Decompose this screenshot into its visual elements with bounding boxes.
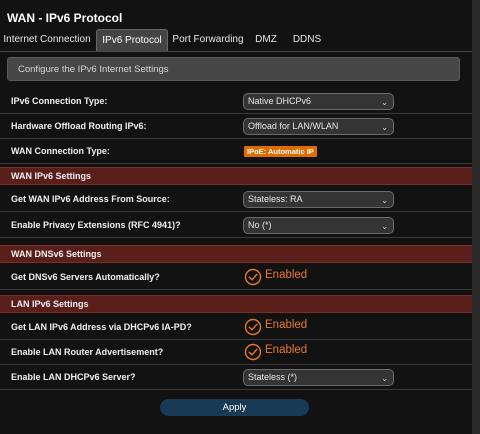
wan-connection-type-label: WAN Connection Type:	[11, 146, 110, 156]
chevron-down-icon: ⌄	[381, 98, 388, 107]
ipv6-connection-type-value: Native DHCPv6	[248, 96, 312, 106]
row-lan-ia-pd: Get LAN IPv6 Address via DHCPv6 IA-PD? E…	[0, 315, 472, 340]
section-title: WAN IPv6 Settings	[11, 171, 92, 181]
ipv6-connection-type-select[interactable]: Native DHCPv6 ⌄	[243, 93, 394, 110]
chevron-down-icon: ⌄	[381, 222, 388, 231]
hardware-offload-label: Hardware Offload Routing IPv6:	[11, 121, 147, 131]
dnsv6-auto-label: Get DNSv6 Servers Automatically?	[11, 272, 160, 282]
row-hardware-offload: Hardware Offload Routing IPv6: Offload f…	[0, 114, 472, 139]
hardware-offload-value: Offload for LAN/WLAN	[248, 121, 339, 131]
lan-dhcpv6-server-select[interactable]: Stateless (*) ⌄	[243, 369, 394, 386]
privacy-extensions-select[interactable]: No (*) ⌄	[243, 217, 394, 234]
row-dnsv6-auto: Get DNSv6 Servers Automatically? Enabled	[0, 265, 472, 290]
lan-router-adv-label: Enable LAN Router Advertisement?	[11, 347, 164, 357]
row-wan-address-source: Get WAN IPv6 Address From Source: Statel…	[0, 187, 472, 212]
config-banner: Configure the IPv6 Internet Settings	[7, 57, 460, 81]
tab-port-forwarding[interactable]: Port Forwarding	[172, 29, 244, 50]
chevron-down-icon: ⌄	[381, 374, 388, 383]
lan-ia-pd-value: Enabled	[265, 319, 308, 331]
row-wan-connection-type: WAN Connection Type: IPoE: Automatic IP	[0, 139, 472, 164]
lan-dhcpv6-server-value: Stateless (*)	[248, 372, 298, 382]
hardware-offload-select[interactable]: Offload for LAN/WLAN ⌄	[243, 118, 394, 135]
privacy-extensions-value: No (*)	[248, 220, 272, 230]
section-wan-dnsv6: WAN DNSv6 Settings	[0, 245, 472, 263]
row-ipv6-connection-type: IPv6 Connection Type: Native DHCPv6 ⌄	[0, 89, 472, 114]
wan-address-source-label: Get WAN IPv6 Address From Source:	[11, 194, 170, 204]
apply-button[interactable]: Apply	[160, 399, 309, 416]
lan-router-adv-value: Enabled	[265, 344, 308, 356]
status-badge: IPoE: Automatic IP	[244, 146, 317, 157]
lan-ia-pd-label: Get LAN IPv6 Address via DHCPv6 IA-PD?	[11, 322, 192, 332]
wan-address-source-value: Stateless: RA	[248, 194, 303, 204]
chevron-down-icon: ⌄	[381, 196, 388, 205]
scrollbar[interactable]	[472, 0, 480, 434]
tab-ipv6-protocol[interactable]: IPv6 Protocol	[96, 29, 168, 51]
lan-dhcpv6-server-label: Enable LAN DHCPv6 Server?	[11, 372, 136, 382]
tab-dmz[interactable]: DMZ	[252, 29, 280, 50]
row-lan-router-adv: Enable LAN Router Advertisement? Enabled	[0, 340, 472, 365]
tab-ddns[interactable]: DDNS	[289, 29, 325, 50]
row-lan-dhcpv6-server: Enable LAN DHCPv6 Server? Stateless (*) …	[0, 365, 472, 390]
check-circle-icon	[244, 343, 262, 361]
section-wan-ipv6: WAN IPv6 Settings	[0, 167, 472, 185]
tab-internet-connection[interactable]: Internet Connection	[3, 29, 91, 50]
check-circle-icon	[244, 268, 262, 286]
check-circle-icon	[244, 318, 262, 336]
row-privacy-extensions: Enable Privacy Extensions (RFC 4941)? No…	[0, 213, 472, 238]
tab-bar: Internet Connection IPv6 Protocol Port F…	[0, 29, 472, 52]
section-title: LAN IPv6 Settings	[11, 299, 89, 309]
wan-panel: WAN - IPv6 Protocol Internet Connection …	[0, 0, 472, 434]
wan-address-source-select[interactable]: Stateless: RA ⌄	[243, 191, 394, 208]
privacy-extensions-label: Enable Privacy Extensions (RFC 4941)?	[11, 220, 181, 230]
ipv6-connection-type-label: IPv6 Connection Type:	[11, 96, 108, 106]
page-title: WAN - IPv6 Protocol	[7, 11, 123, 25]
dnsv6-auto-value: Enabled	[265, 269, 308, 281]
chevron-down-icon: ⌄	[381, 123, 388, 132]
section-title: WAN DNSv6 Settings	[11, 249, 102, 259]
section-lan-ipv6: LAN IPv6 Settings	[0, 295, 472, 313]
